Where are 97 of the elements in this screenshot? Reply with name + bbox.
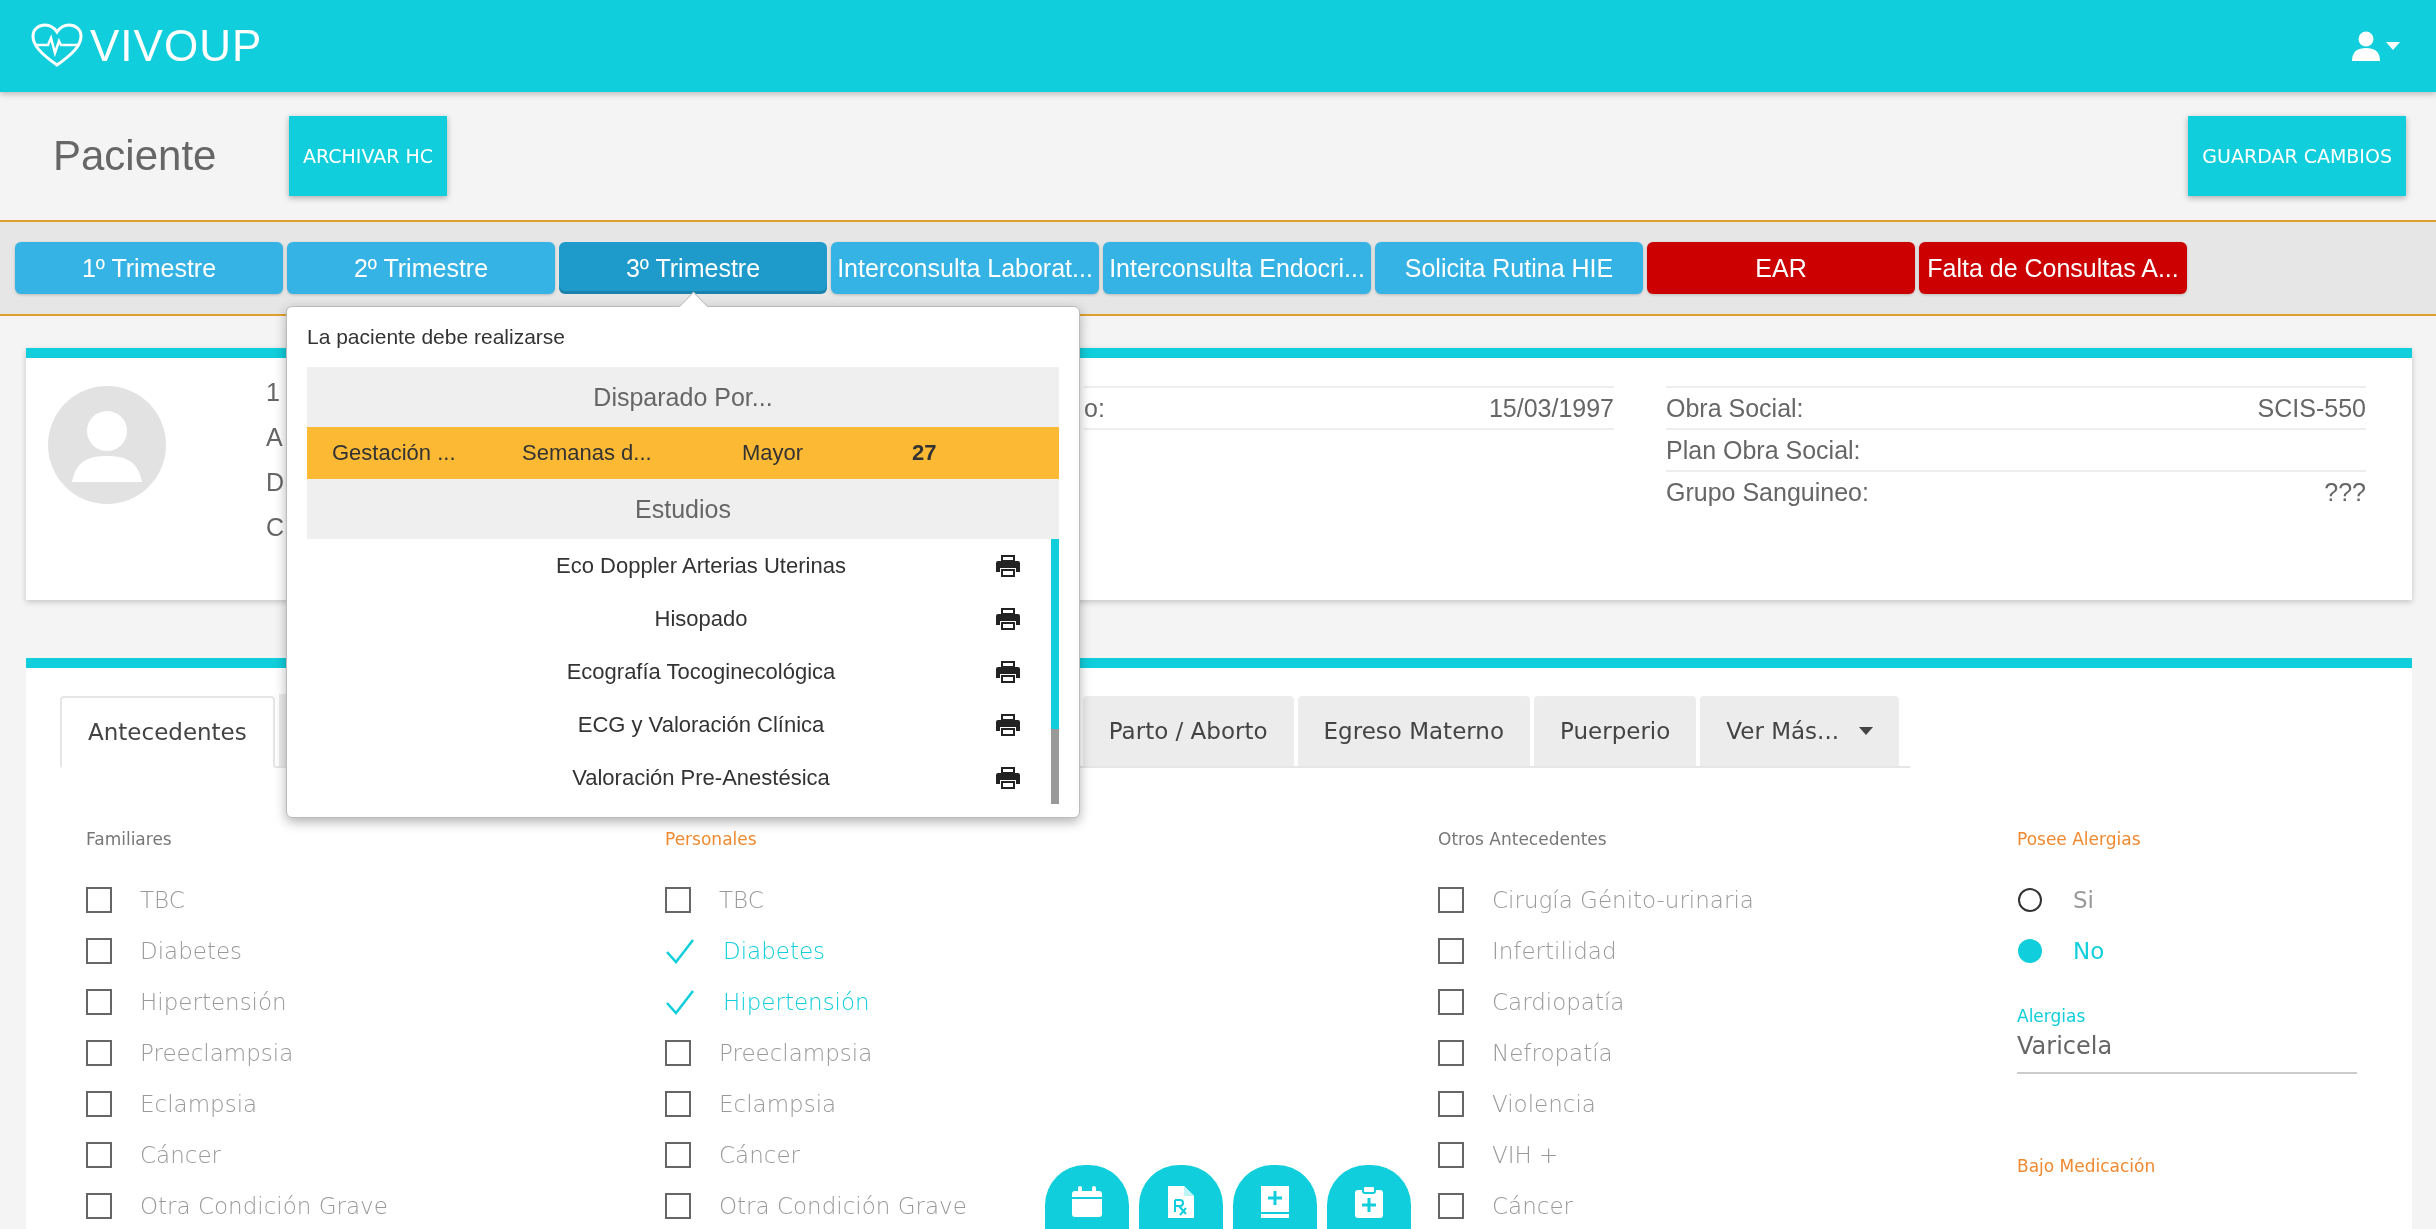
checkbox-label: Cáncer	[1492, 1192, 1573, 1219]
checkbox[interactable]	[1438, 1192, 1464, 1219]
section-tab[interactable]: Antecedentes	[60, 696, 275, 768]
checkbox[interactable]	[665, 1039, 691, 1066]
checkbox[interactable]	[86, 886, 112, 913]
checkbox[interactable]	[1438, 988, 1464, 1015]
page-title: Paciente	[53, 132, 218, 180]
column-title: Posee Alergias	[2017, 828, 2142, 851]
section-tab[interactable]: Ver Más...	[1700, 696, 1900, 766]
clipboard-plus-icon	[1352, 1185, 1386, 1219]
checkbox[interactable]	[665, 1192, 691, 1219]
field-label: Grupo Sanguineo:	[1666, 477, 1869, 507]
alert-tab[interactable]: Falta de Consultas A...	[1919, 242, 2187, 294]
alert-tab[interactable]: EAR	[1647, 242, 1915, 294]
study-name: Hisopado	[653, 605, 749, 632]
checkbox[interactable]	[86, 988, 112, 1015]
app-logo: VIVOUP	[90, 21, 263, 71]
checkbox[interactable]	[1438, 937, 1464, 964]
column-title: Personales	[665, 828, 758, 851]
checkbox[interactable]	[1438, 1141, 1464, 1168]
checkbox[interactable]	[1438, 886, 1464, 913]
section-header: Disparado Por...	[307, 367, 1059, 427]
checkbox-label: Eclampsia	[719, 1090, 837, 1117]
field-label: o:	[1084, 393, 1105, 423]
print-icon[interactable]	[995, 765, 1021, 790]
checkbox-label: Otra Condición Grave	[140, 1192, 388, 1219]
checkbox-label: Hipertensión	[723, 988, 870, 1015]
print-icon[interactable]	[995, 606, 1021, 631]
covered-text: 1	[266, 378, 280, 407]
allergies-field[interactable]: Varicela	[2017, 1026, 2357, 1074]
covered-text: A	[266, 423, 283, 452]
field-value: SCIS-550	[2257, 393, 2366, 423]
trigger-cell-text: Gestación ...	[332, 440, 457, 466]
checkbox[interactable]	[86, 1192, 112, 1219]
radio-button[interactable]	[2017, 886, 2043, 913]
checkbox-label: Cardiopatía	[1492, 988, 1625, 1015]
checkbox[interactable]	[665, 886, 691, 913]
section-title: Bajo Medicación	[2017, 1156, 2157, 1176]
checkbox-label: Hipertensión	[140, 988, 287, 1015]
print-icon[interactable]	[995, 659, 1021, 684]
column-title: Familiares	[86, 828, 173, 851]
checkbox[interactable]	[1438, 1039, 1464, 1066]
section-header: Estudios	[307, 479, 1059, 539]
checkbox-label: Cáncer	[719, 1141, 800, 1168]
covered-text: D	[266, 468, 285, 497]
field-label: Obra Social:	[1666, 393, 1804, 423]
popup-intro: La paciente debe realizarse	[307, 324, 566, 350]
field-value: 15/03/1997	[1488, 393, 1614, 423]
field-label: Alergias	[2017, 1006, 2087, 1026]
checkbox-label: Preeclampsia	[719, 1039, 873, 1066]
checkbox-label: Diabetes	[723, 937, 826, 964]
book-plus-icon	[1258, 1185, 1292, 1219]
caret-icon	[2386, 42, 2400, 50]
checkbox-label: Nefropatía	[1492, 1039, 1613, 1066]
checkbox-label: Eclampsia	[140, 1090, 258, 1117]
field-value: ???	[2324, 477, 2366, 507]
checkbox-label: TBC	[140, 886, 185, 913]
study-name: Valoración Pre-Anestésica	[571, 764, 831, 791]
radio-label: No	[2073, 937, 2105, 964]
checkbox-label: Preeclampsia	[140, 1039, 294, 1066]
print-icon[interactable]	[995, 553, 1021, 578]
checkbox[interactable]	[86, 1039, 112, 1066]
checkbox-label: Infertilidad	[1492, 937, 1617, 964]
checkbox-label: TBC	[719, 886, 764, 913]
user-icon	[2352, 31, 2380, 61]
checkbox-label: Otra Condición Grave	[719, 1192, 967, 1219]
scrollbar[interactable]	[1051, 539, 1059, 804]
checkbox-label: Cirugía Génito-urinaria	[1492, 886, 1754, 913]
checkbox[interactable]	[1438, 1090, 1464, 1117]
print-icon[interactable]	[995, 712, 1021, 737]
study-name: Eco Doppler Arterias Uterinas	[555, 552, 847, 579]
column-title: Otros Antecedentes	[1438, 828, 1608, 851]
section-tab[interactable]: Puerperio	[1534, 696, 1697, 766]
heart-pulse-icon	[30, 23, 84, 69]
checkbox[interactable]	[86, 1141, 112, 1168]
trigger-cell-text: Semanas d...	[522, 440, 653, 466]
calendar-icon	[1070, 1185, 1104, 1219]
trigger-cell-text: Mayor	[742, 440, 805, 466]
trigger-cell-text: 27	[912, 440, 938, 466]
study-name: Ecografía Tocoginecológica	[565, 658, 837, 685]
checkbox-label: VIH +	[1492, 1141, 1559, 1168]
checkbox-label: Diabetes	[140, 937, 243, 964]
checkbox[interactable]	[86, 937, 112, 964]
avatar-icon	[48, 386, 166, 504]
section-tab[interactable]: Parto / Aborto	[1082, 696, 1294, 766]
alert-tab[interactable]: 3º Trimestre	[559, 242, 827, 294]
study-name: ECG y Valoración Clínica	[576, 711, 826, 738]
radio-label: Si	[2073, 886, 2094, 913]
checkbox-label: Cáncer	[140, 1141, 221, 1168]
checkbox[interactable]	[86, 1090, 112, 1117]
checkbox[interactable]	[665, 1141, 691, 1168]
checkbox-label: Violencia	[1492, 1090, 1596, 1117]
covered-text: C	[266, 513, 285, 542]
section-tab[interactable]: Egreso Materno	[1297, 696, 1530, 766]
checkbox[interactable]	[665, 1090, 691, 1117]
radio-button[interactable]	[2017, 937, 2043, 964]
field-label: Plan Obra Social:	[1666, 435, 1861, 465]
